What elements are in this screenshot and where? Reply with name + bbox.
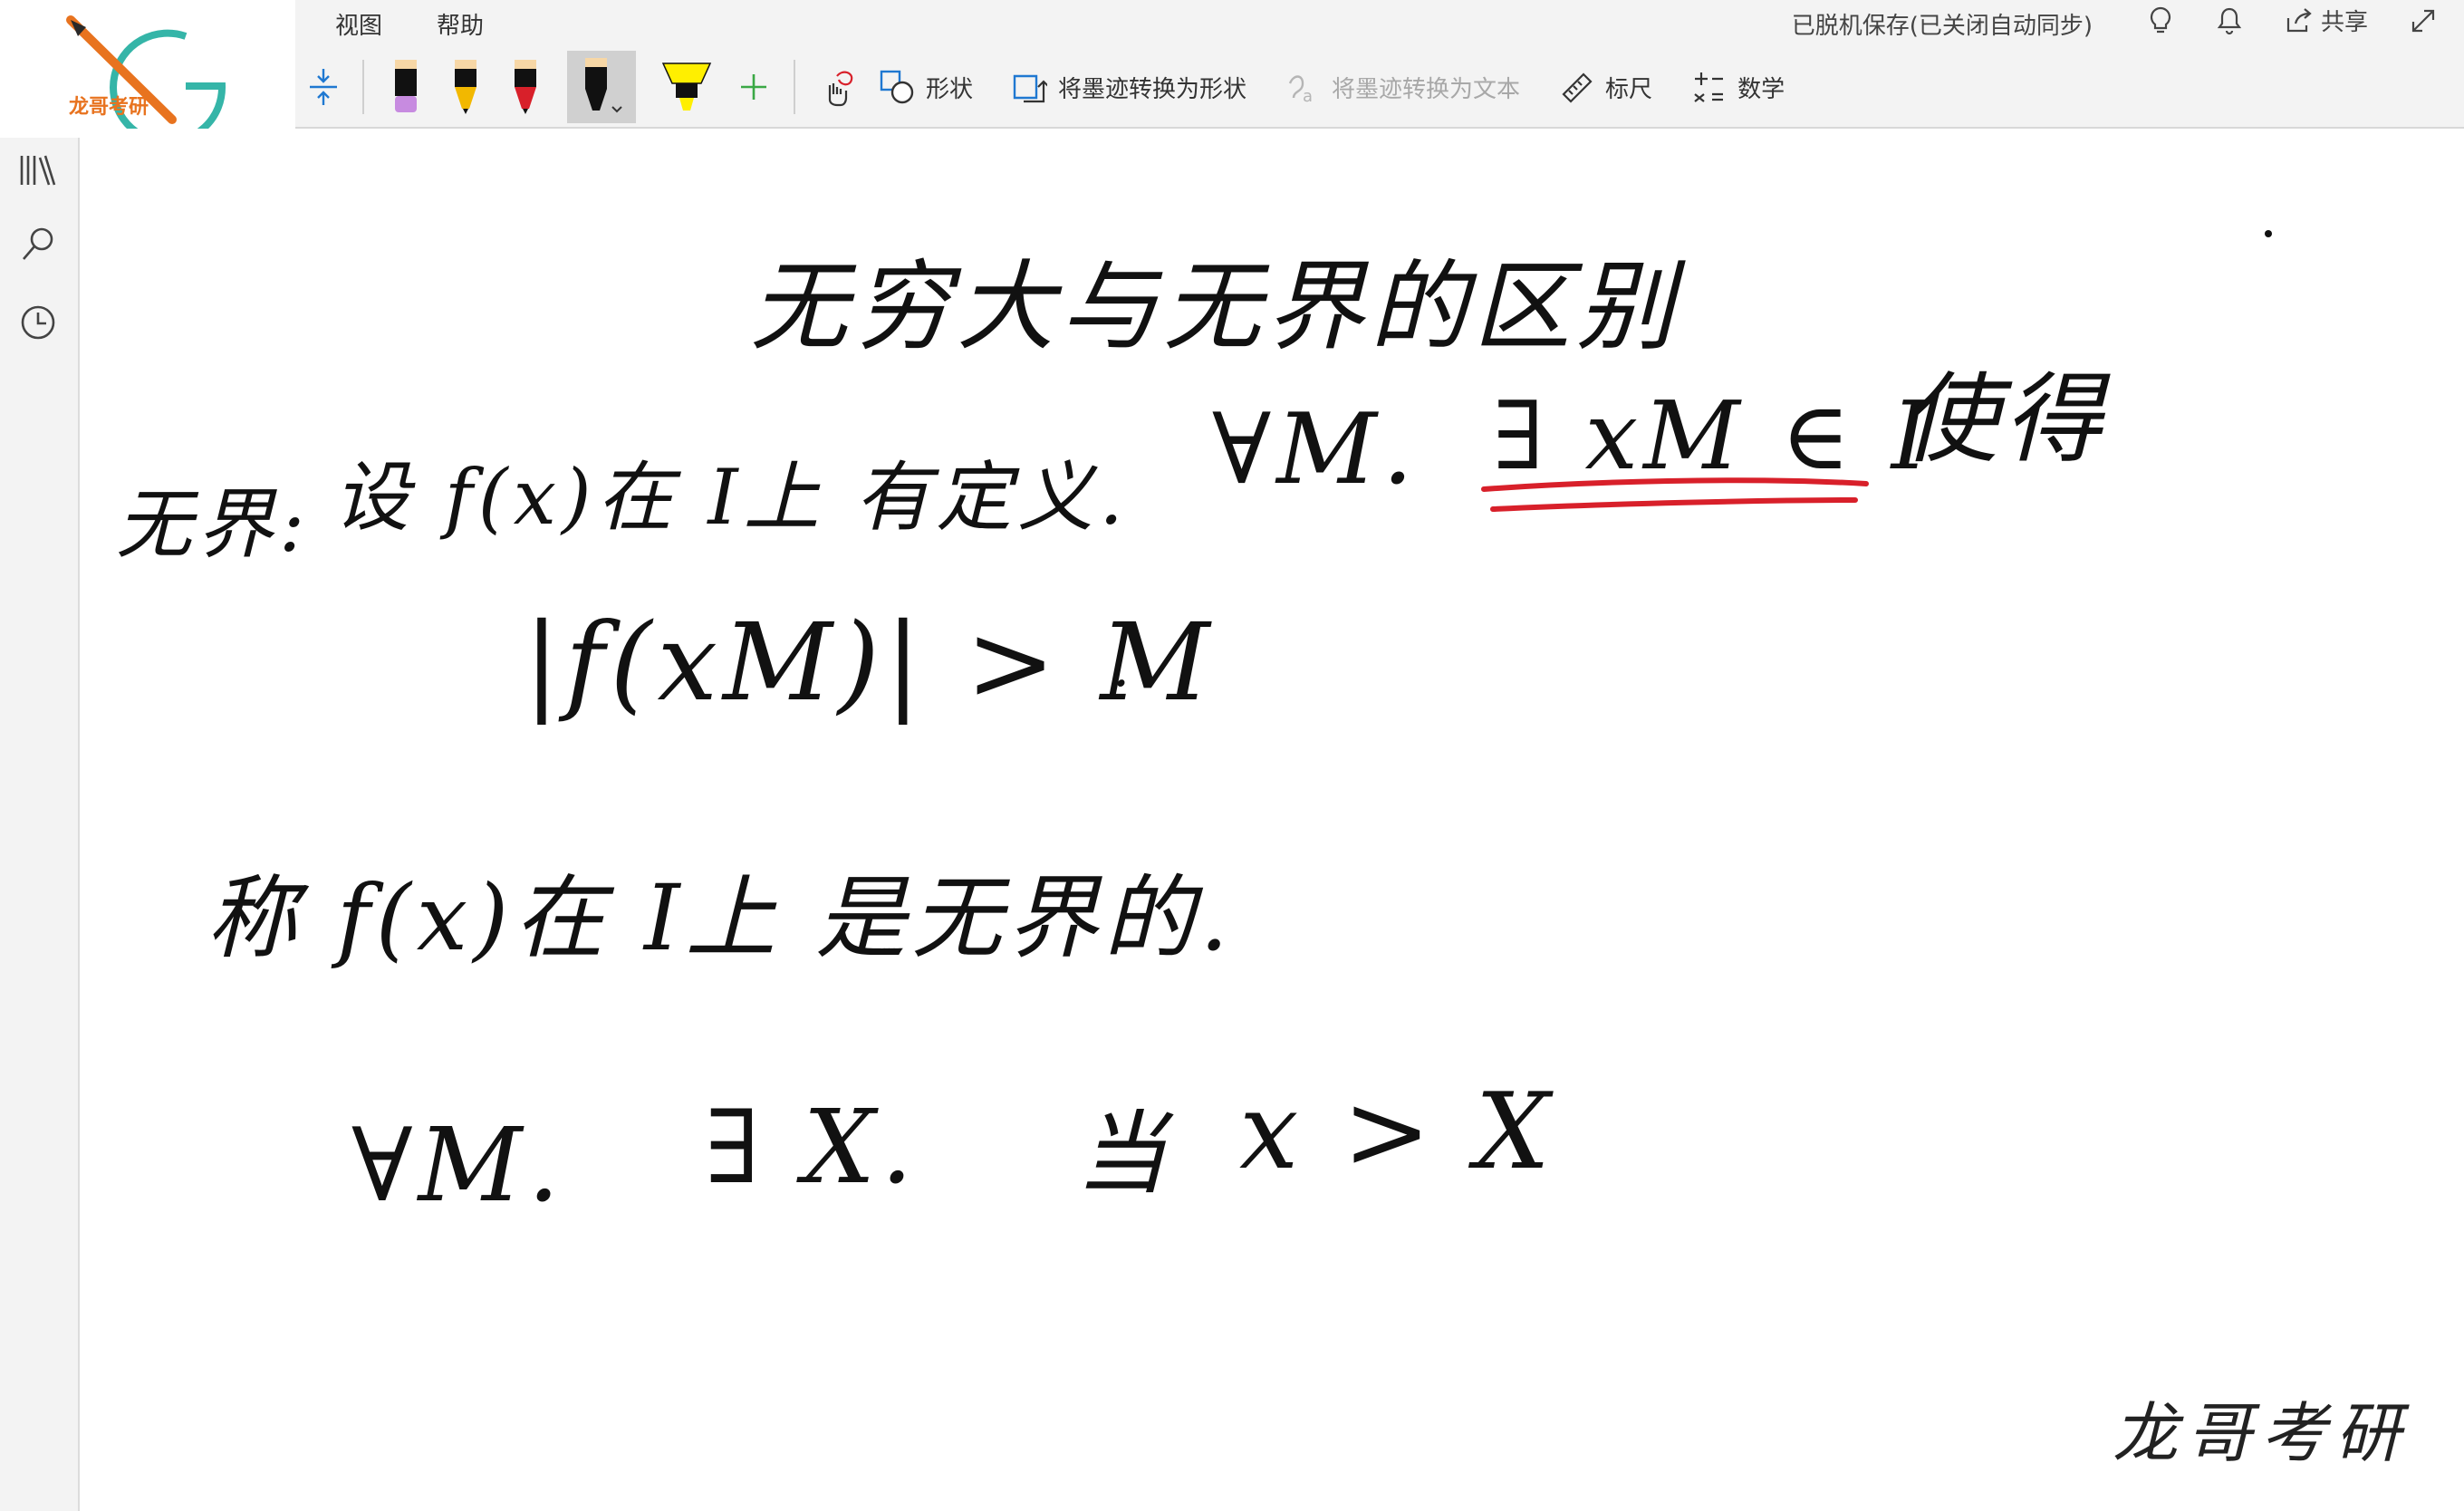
toolbar-separator xyxy=(794,60,795,114)
inequality-abs: |f(xM)| > M xyxy=(524,600,1216,725)
recent-clock-icon[interactable] xyxy=(18,303,58,342)
lasso-icon xyxy=(828,71,853,107)
exists-x: ∃ X. xyxy=(705,1089,919,1207)
math-icon xyxy=(1694,72,1724,102)
watermark: 龙哥考研 xyxy=(2112,1395,2410,1471)
when-text: 当 xyxy=(1076,1101,1172,1207)
notebooks-icon[interactable] xyxy=(18,150,58,190)
expand-icon xyxy=(2411,9,2435,32)
pencil-yellow[interactable] xyxy=(448,58,484,116)
math-label: 数学 xyxy=(1737,75,1785,103)
ruler-label: 标尺 xyxy=(1605,75,1653,103)
condition-text: x > X xyxy=(1239,1071,1555,1193)
conclusion-text: 称 f(x)在 I上 是无界的. xyxy=(207,865,1235,971)
lasso-select-button[interactable] xyxy=(819,67,855,107)
definition-text: 设 f(x)在 I上 有定义. xyxy=(333,453,1129,542)
menu-bar: 视图 帮助 xyxy=(335,7,484,41)
menu-view[interactable]: 视图 xyxy=(335,7,382,41)
red-underline xyxy=(1481,477,1869,512)
brand-logo: 龙哥考研 xyxy=(0,0,295,146)
ink-dot: . xyxy=(1112,636,1136,699)
search-icon[interactable] xyxy=(18,225,58,265)
left-sidebar xyxy=(0,138,80,1511)
eraser-pen[interactable] xyxy=(388,58,424,116)
forall-m: ∀M. xyxy=(1212,393,1420,506)
note-canvas[interactable]: 无穷大与无界的区别 无界: 设 f(x)在 I上 有定义. ∀M. ∃ xM ∈… xyxy=(80,129,2464,1511)
sync-status: 已脱机保存(已关闭自动同步) xyxy=(1791,13,2093,40)
ink-to-shape-label: 将墨迹转换为形状 xyxy=(1058,75,1247,103)
svg-text:a: a xyxy=(1303,87,1313,105)
shapes-icon xyxy=(880,70,914,104)
fullscreen-button[interactable] xyxy=(2410,7,2437,34)
ruler-icon xyxy=(1562,72,1593,103)
shapes-button[interactable]: 形状 xyxy=(879,69,973,105)
stray-dot xyxy=(2265,230,2272,237)
draw-toolbar: 形状 将墨迹转换为形状 a 将墨迹转换为文本 标尺 数学 xyxy=(308,51,1823,123)
share-icon xyxy=(2286,7,2312,32)
top-actions: 共享 xyxy=(2147,4,2437,37)
pen-red[interactable] xyxy=(507,58,544,116)
unbounded-label: 无界: xyxy=(116,480,311,569)
insert-space-icon xyxy=(310,69,337,105)
lightbulb-icon[interactable] xyxy=(2147,5,2174,36)
forall-m-2: ∀M. xyxy=(351,1107,565,1225)
ruler-button[interactable]: 标尺 xyxy=(1558,69,1652,105)
menu-help[interactable]: 帮助 xyxy=(437,7,484,41)
ribbon: 视图 帮助 已脱机保存(已关闭自动同步) 共享 形状 将墨迹转换为形状 a 将墨… xyxy=(0,0,2464,129)
add-pen-button[interactable] xyxy=(737,71,770,103)
bell-icon[interactable] xyxy=(2216,5,2243,36)
note-title: 无穷大与无界的区别 xyxy=(750,251,1680,364)
share-label: 共享 xyxy=(2320,9,2368,36)
shapes-label: 形状 xyxy=(926,75,974,103)
ink-to-shape-icon xyxy=(1013,74,1048,103)
pen-black[interactable] xyxy=(567,51,636,123)
such-that: 使得 xyxy=(1901,363,2108,476)
ink-to-text-icon: a xyxy=(1288,75,1313,105)
math-button[interactable]: 数学 xyxy=(1690,69,1785,105)
ink-to-shape-button[interactable]: 将墨迹转换为形状 xyxy=(1011,69,1246,105)
share-button[interactable]: 共享 xyxy=(2285,4,2368,37)
insert-space-button[interactable] xyxy=(308,67,339,107)
toolbar-separator xyxy=(362,60,364,114)
logo-text: 龙哥考研 xyxy=(69,96,149,119)
highlighter-yellow[interactable] xyxy=(659,58,714,116)
ink-to-text-label: 将墨迹转换为文本 xyxy=(1332,75,1521,103)
plus-icon xyxy=(741,74,766,100)
ink-to-text-button[interactable]: a 将墨迹转换为文本 xyxy=(1285,69,1520,105)
